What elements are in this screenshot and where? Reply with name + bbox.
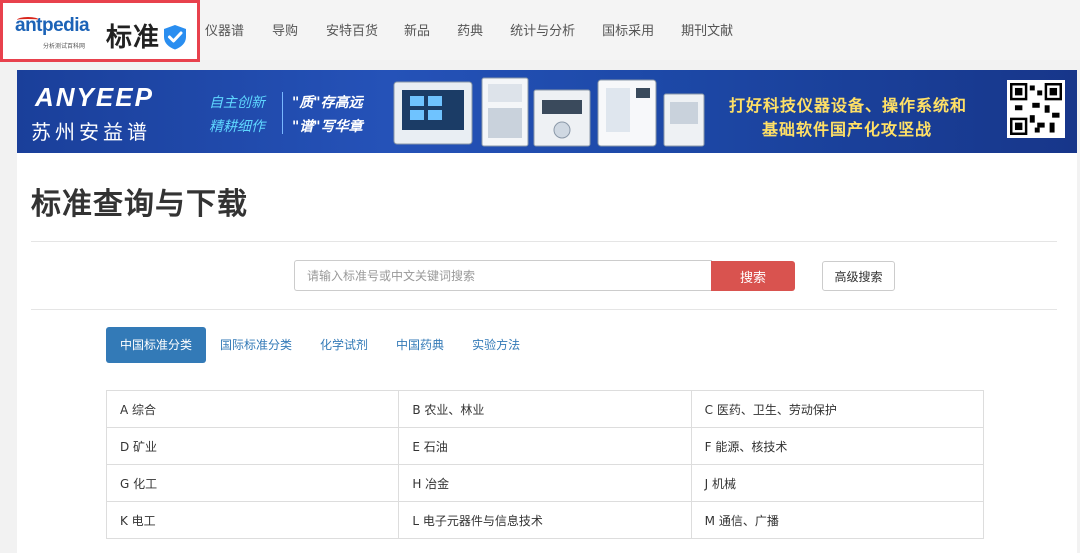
banner-divider bbox=[282, 92, 283, 134]
tab-test-methods[interactable]: 实验方法 bbox=[458, 327, 534, 363]
divider bbox=[31, 241, 1057, 242]
logo-section-title: 标准 bbox=[106, 23, 161, 53]
banner-slogan-left-2: 精耕细作 bbox=[209, 119, 265, 135]
shield-check-icon bbox=[164, 25, 186, 50]
category-cell[interactable]: L 电子元器件与信息技术 bbox=[398, 501, 692, 539]
logo-subtitle: 分析测试百科网 bbox=[43, 43, 86, 50]
banner-slogan-mid-1: "质"存高远 bbox=[292, 95, 363, 111]
tab-chemical-reagents[interactable]: 化学试剂 bbox=[306, 327, 382, 363]
tab-china-standard[interactable]: 中国标准分类 bbox=[106, 327, 207, 363]
category-cell[interactable]: M 通信、广播 bbox=[690, 501, 985, 539]
category-cell[interactable]: B 农业、林业 bbox=[398, 390, 692, 428]
main-nav: 仪器谱 导购 安特百货 新品 药典 统计与分析 国标采用 期刊文献 bbox=[205, 20, 733, 39]
site-logo[interactable]: antpedia 分析测试百科网 标准 bbox=[0, 0, 200, 62]
ad-banner[interactable]: ANYEEP 苏州安益谱 自主创新 精耕细作 "质"存高远 "谱"写华章 打好科… bbox=[17, 70, 1077, 153]
standards-panel: 标准查询与下载 搜索 高级搜索 中国标准分类 国际标准分类 化学试剂 中国药典 … bbox=[17, 153, 1077, 553]
banner-slogan-mid-2: "谱"写华章 bbox=[292, 119, 363, 135]
table-row: G 化工 H 冶金 J 机械 bbox=[105, 464, 985, 502]
category-tabs: 中国标准分类 国际标准分类 化学试剂 中国药典 实验方法 bbox=[106, 327, 534, 363]
category-cell[interactable]: E 石油 bbox=[398, 427, 692, 465]
category-cell[interactable]: H 冶金 bbox=[398, 464, 692, 502]
logo-brand-text: antpedia bbox=[15, 15, 90, 36]
category-cell[interactable]: K 电工 bbox=[105, 501, 400, 539]
category-cell[interactable]: A 综合 bbox=[105, 390, 400, 428]
nav-item-statistics[interactable]: 统计与分析 bbox=[510, 20, 575, 39]
search-button[interactable]: 搜索 bbox=[711, 261, 795, 291]
divider bbox=[31, 309, 1057, 310]
table-row: K 电工 L 电子元器件与信息技术 M 通信、广播 bbox=[105, 501, 985, 539]
category-cell[interactable]: F 能源、核技术 bbox=[690, 427, 985, 465]
nav-item-store[interactable]: 安特百货 bbox=[326, 20, 378, 39]
search-input[interactable] bbox=[294, 260, 712, 291]
nav-item-national-standard[interactable]: 国标采用 bbox=[602, 20, 654, 39]
nav-item-new[interactable]: 新品 bbox=[404, 20, 430, 39]
category-cell[interactable]: D 矿业 bbox=[105, 427, 400, 465]
tab-international-standard[interactable]: 国际标准分类 bbox=[206, 327, 306, 363]
banner-instruments-image bbox=[393, 77, 705, 147]
top-navbar: antpedia 分析测试百科网 标准 仪器谱 导购 安特百货 新品 药典 统计… bbox=[0, 0, 1080, 62]
banner-slogan-right-2: 基础软件国产化攻坚战 bbox=[762, 120, 933, 139]
banner-brand-cn: 苏州安益谱 bbox=[31, 120, 151, 144]
category-table: A 综合 B 农业、林业 C 医药、卫生、劳动保护 D 矿业 E 石油 F 能源… bbox=[105, 390, 985, 539]
banner-slogan-left-1: 自主创新 bbox=[209, 95, 265, 111]
nav-item-instrument[interactable]: 仪器谱 bbox=[205, 20, 244, 39]
table-row: A 综合 B 农业、林业 C 医药、卫生、劳动保护 bbox=[105, 390, 985, 428]
tab-china-pharmacopoeia[interactable]: 中国药典 bbox=[382, 327, 458, 363]
nav-item-guide[interactable]: 导购 bbox=[272, 20, 298, 39]
category-cell[interactable]: J 机械 bbox=[690, 464, 985, 502]
qr-code-icon bbox=[1007, 80, 1065, 138]
category-cell[interactable]: G 化工 bbox=[105, 464, 400, 502]
banner-slogan-right-1: 打好科技仪器设备、操作系统和 bbox=[729, 96, 968, 115]
table-row: D 矿业 E 石油 F 能源、核技术 bbox=[105, 427, 985, 465]
nav-item-journals[interactable]: 期刊文献 bbox=[681, 20, 733, 39]
category-cell[interactable]: C 医药、卫生、劳动保护 bbox=[690, 390, 985, 428]
page-title: 标准查询与下载 bbox=[31, 187, 248, 222]
banner-brand-en: ANYEEP bbox=[35, 82, 154, 112]
nav-item-pharmacopoeia[interactable]: 药典 bbox=[457, 20, 483, 39]
advanced-search-button[interactable]: 高级搜索 bbox=[822, 261, 895, 291]
